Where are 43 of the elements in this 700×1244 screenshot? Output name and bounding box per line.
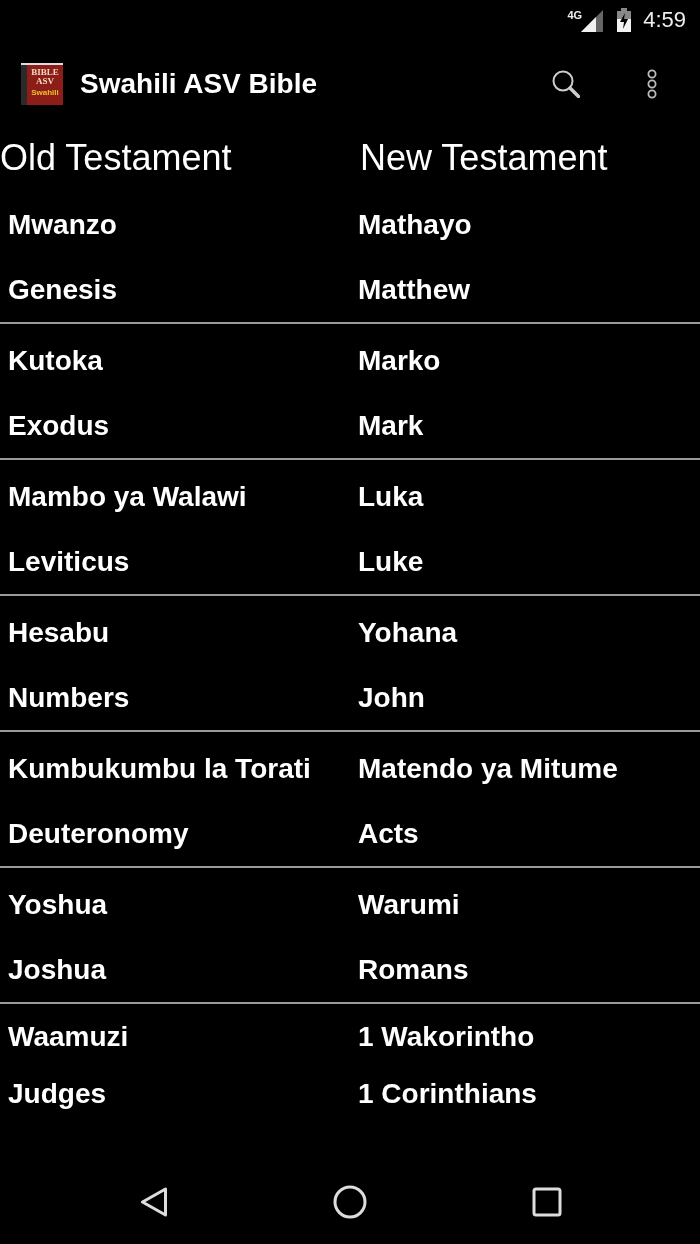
book-name[interactable]: Matendo ya Mitume xyxy=(358,752,618,785)
testament-heading: Old Testament xyxy=(0,137,232,179)
overflow-menu-icon[interactable] xyxy=(647,69,657,99)
book-name[interactable]: Mambo ya Walawi xyxy=(8,480,247,513)
book-name[interactable]: John xyxy=(358,681,425,714)
signal-icon xyxy=(581,10,604,32)
book-name[interactable]: Hesabu xyxy=(8,616,110,649)
book-name[interactable]: Luke xyxy=(358,545,424,578)
logo-text: BIBLE xyxy=(31,68,59,77)
book-name[interactable]: Exodus xyxy=(8,409,110,442)
logo-text: ASV xyxy=(36,77,54,86)
testament-heading: New Testament xyxy=(360,137,608,179)
book-name[interactable]: Warumi xyxy=(358,888,460,921)
book-name[interactable]: Yohana xyxy=(358,616,458,649)
book-name[interactable]: Yoshua xyxy=(8,888,108,921)
book-name[interactable]: Judges xyxy=(8,1077,107,1110)
book-name[interactable]: Marko xyxy=(358,344,441,377)
home-icon[interactable] xyxy=(333,1185,367,1219)
network-type: 4G xyxy=(567,9,583,21)
recent-apps-icon[interactable] xyxy=(532,1187,562,1217)
book-name[interactable]: Kumbukumbu la Torati xyxy=(8,752,311,785)
book-name[interactable]: Joshua xyxy=(8,953,107,986)
book-name[interactable]: Mathayo xyxy=(358,208,472,241)
book-name[interactable]: Leviticus xyxy=(8,545,130,578)
search-icon[interactable] xyxy=(552,70,580,98)
book-name[interactable]: Mwanzo xyxy=(8,208,117,241)
book-name[interactable]: Acts xyxy=(358,817,419,850)
book-name[interactable]: Luka xyxy=(358,480,424,513)
back-icon[interactable] xyxy=(140,1187,168,1217)
book-name[interactable]: 1 Wakorintho xyxy=(358,1020,535,1053)
book-name[interactable]: Mark xyxy=(358,409,424,442)
book-name[interactable]: Genesis xyxy=(8,273,117,306)
logo-label: Swahili xyxy=(31,88,59,97)
app-title: Swahili ASV Bible xyxy=(80,68,318,100)
book-name[interactable]: Waamuzi xyxy=(8,1020,129,1053)
book-name[interactable]: 1 Corinthians xyxy=(358,1077,537,1110)
book-name[interactable]: Kutoka xyxy=(8,344,103,377)
book-name[interactable]: Numbers xyxy=(8,681,130,714)
book-name[interactable]: Deuteronomy xyxy=(8,817,189,850)
clock-time: 4:59 xyxy=(643,7,686,33)
battery-charging-icon xyxy=(617,8,632,32)
book-name[interactable]: Matthew xyxy=(358,273,470,306)
book-name[interactable]: Romans xyxy=(358,953,469,986)
